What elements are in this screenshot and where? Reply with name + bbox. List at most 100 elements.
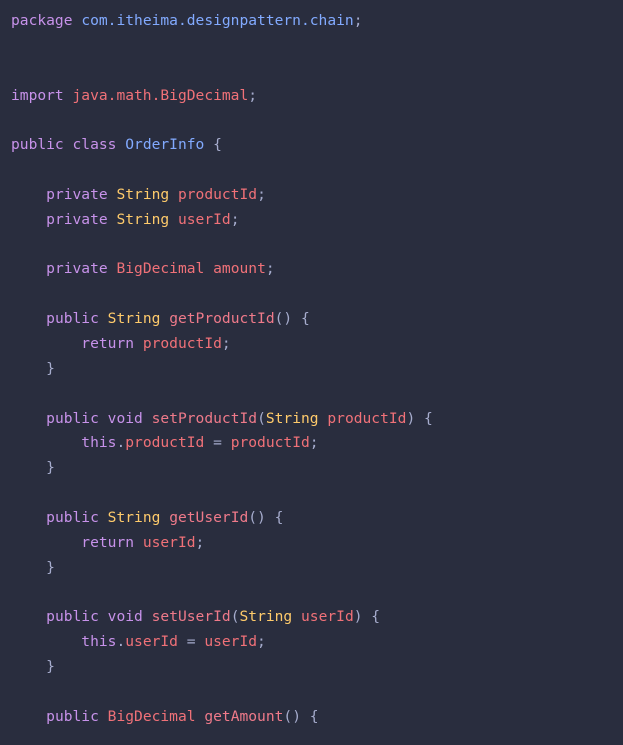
code-token: setProductId xyxy=(151,409,258,427)
code-token: ( xyxy=(257,409,266,427)
code-token: java.math. xyxy=(72,86,161,104)
code-token: ; xyxy=(257,633,266,651)
code-token: String xyxy=(107,508,161,526)
code-token: productId xyxy=(230,434,310,452)
code-token: ) { xyxy=(353,608,381,626)
code-token: } xyxy=(46,657,55,675)
code-token: BigDecimal xyxy=(107,707,196,725)
code-token: productId xyxy=(142,334,222,352)
code-token: productId xyxy=(177,185,258,203)
code-token: this xyxy=(81,633,117,651)
code-token: getAmount xyxy=(204,707,284,725)
code-line: public void setUserId(String userId) { xyxy=(11,605,433,630)
code-token: BigDecimal xyxy=(116,260,205,278)
code-token: userId xyxy=(142,533,196,551)
code-token: = xyxy=(177,633,205,651)
code-line: package com.itheima.designpattern.chain; xyxy=(11,9,433,34)
code-token: public xyxy=(11,136,64,154)
code-token: amount xyxy=(213,260,266,278)
code-editor[interactable]: package com.itheima.designpattern.chain;… xyxy=(0,0,623,745)
code-token: package xyxy=(11,12,73,29)
code-line: private BigDecimal amount; xyxy=(11,257,433,282)
code-token: getProductId xyxy=(169,310,275,328)
code-line: } xyxy=(11,357,433,382)
code-token: = xyxy=(204,434,231,452)
code-token: ; xyxy=(230,210,240,228)
code-token: void xyxy=(107,409,143,427)
code-token: import xyxy=(11,86,64,104)
code-token: productId xyxy=(125,434,205,452)
code-token: return xyxy=(81,533,135,551)
code-token: void xyxy=(107,608,143,626)
code-token: ; xyxy=(221,334,231,352)
code-token: public xyxy=(46,310,99,328)
code-token: () { xyxy=(274,310,310,328)
code-line: return userId; xyxy=(11,531,433,556)
code-line: } xyxy=(11,556,433,581)
code-token: public xyxy=(46,707,99,725)
code-line: public void setProductId(String productI… xyxy=(11,407,433,432)
code-token: () { xyxy=(283,707,319,725)
code-token: . xyxy=(116,434,126,452)
code-line: return productId; xyxy=(11,332,433,357)
code-token: private xyxy=(46,185,108,203)
code-token: setUserId xyxy=(151,608,231,626)
code-line: import java.math.BigDecimal; xyxy=(11,84,433,109)
code-token: String xyxy=(239,608,293,626)
code-token: } xyxy=(46,359,55,377)
code-line: public BigDecimal getAmount() { xyxy=(11,705,433,730)
code-token: String xyxy=(107,310,161,328)
code-token: public xyxy=(46,608,99,626)
code-line: this.userId = userId; xyxy=(11,630,433,655)
code-token: public xyxy=(46,409,99,427)
code-token: userId xyxy=(204,633,258,651)
code-token: String xyxy=(116,185,170,203)
code-block[interactable]: package com.itheima.designpattern.chain;… xyxy=(11,9,433,729)
code-token: String xyxy=(116,210,170,228)
code-token: ( xyxy=(230,608,240,626)
code-token: () { xyxy=(248,508,284,526)
code-token: . xyxy=(116,633,126,651)
code-token: return xyxy=(81,334,135,352)
code-token: private xyxy=(46,210,108,228)
code-token: class xyxy=(72,136,117,154)
code-token: private xyxy=(46,260,108,278)
code-token: } xyxy=(46,558,55,576)
code-token: com.itheima.designpattern.chain xyxy=(81,12,354,29)
code-token: String xyxy=(265,409,319,427)
code-line: public String getProductId() { xyxy=(11,307,433,332)
code-token: productId xyxy=(327,409,407,427)
